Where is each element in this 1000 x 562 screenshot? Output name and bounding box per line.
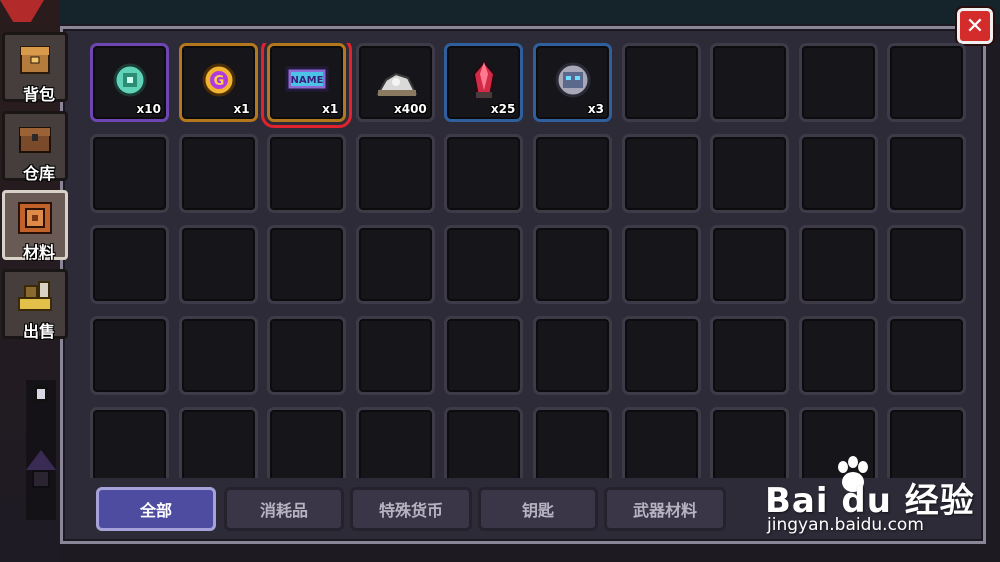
- empty-slot[interactable]: [267, 316, 347, 395]
- svg-text:NAME: NAME: [291, 75, 324, 86]
- inventory-slot[interactable]: x3: [532, 43, 612, 122]
- item-quantity: x400: [393, 102, 427, 116]
- background-character: [26, 380, 56, 520]
- side-tab-sell[interactable]: 出售: [2, 269, 68, 341]
- tab-consumables[interactable]: 消耗品: [224, 487, 344, 531]
- empty-slot[interactable]: [355, 134, 435, 213]
- tab-keys[interactable]: 钥匙: [478, 487, 598, 531]
- empty-slot[interactable]: [710, 134, 790, 213]
- empty-slot[interactable]: [532, 407, 612, 478]
- inventory-slot[interactable]: x25: [444, 43, 524, 122]
- side-tab-label: 背包: [23, 85, 56, 104]
- empty-slot[interactable]: [355, 407, 435, 478]
- empty-slot[interactable]: [798, 316, 878, 395]
- empty-slot[interactable]: [798, 225, 878, 304]
- gold-g-coin-icon: G: [202, 63, 236, 97]
- item-quantity: x1: [322, 102, 339, 116]
- empty-slot[interactable]: [532, 134, 612, 213]
- red-crystal-icon: [473, 60, 496, 98]
- item-quantity: x1: [233, 102, 250, 116]
- game-background-top: [60, 0, 1000, 24]
- empty-slot[interactable]: [621, 407, 701, 478]
- item-grid: x10 Gx1 NAME x1 x400 x25 x3: [90, 43, 967, 478]
- empty-slot[interactable]: [798, 43, 878, 122]
- empty-slot[interactable]: [90, 225, 169, 304]
- empty-slot[interactable]: [798, 134, 878, 213]
- empty-slot[interactable]: [90, 134, 169, 213]
- character-face: [32, 470, 50, 488]
- sell-goods-icon: [18, 281, 52, 311]
- item-quantity: x10: [136, 102, 161, 116]
- empty-slot[interactable]: [178, 225, 258, 304]
- item-quantity: x3: [587, 102, 604, 116]
- empty-slot[interactable]: [710, 225, 790, 304]
- side-tab-warehouse[interactable]: 仓库: [2, 111, 68, 183]
- backpack-icon: [20, 46, 50, 74]
- tab-weapon-materials[interactable]: 武器材料: [604, 487, 726, 531]
- inventory-slot[interactable]: Gx1: [178, 43, 258, 122]
- side-tab-label: 出售: [23, 322, 56, 341]
- empty-slot[interactable]: [355, 225, 435, 304]
- empty-slot[interactable]: [267, 225, 347, 304]
- empty-slot[interactable]: [444, 225, 524, 304]
- empty-slot[interactable]: [90, 316, 169, 395]
- watermark-url: jingyan.baidu.com: [767, 515, 924, 535]
- empty-slot[interactable]: [887, 134, 967, 213]
- empty-slot[interactable]: [621, 134, 701, 213]
- empty-slot[interactable]: [444, 407, 524, 478]
- empty-slot[interactable]: [90, 407, 169, 478]
- empty-slot[interactable]: [710, 316, 790, 395]
- empty-slot[interactable]: [178, 134, 258, 213]
- inventory-slot[interactable]: x10: [90, 43, 169, 122]
- empty-slot[interactable]: [887, 225, 967, 304]
- empty-slot[interactable]: [887, 316, 967, 395]
- close-icon: ✕: [965, 13, 985, 39]
- empty-slot[interactable]: [887, 43, 967, 122]
- empty-slot[interactable]: [267, 407, 347, 478]
- tab-special-currency[interactable]: 特殊货币: [350, 487, 472, 531]
- empty-slot[interactable]: [621, 316, 701, 395]
- baidu-watermark: Bai du 经验 jingyan.baidu.com: [765, 455, 985, 545]
- item-quantity: x25: [490, 102, 516, 116]
- inventory-slot[interactable]: x400: [355, 43, 435, 122]
- close-button[interactable]: ✕: [957, 8, 993, 44]
- empty-slot[interactable]: [444, 134, 524, 213]
- side-tab-materials[interactable]: 材料: [2, 190, 68, 262]
- empty-slot[interactable]: [355, 316, 435, 395]
- materials-box-icon: [18, 202, 52, 234]
- silver-ore-pile-icon: [376, 72, 418, 96]
- svg-text:G: G: [213, 74, 224, 89]
- character-eye: [34, 386, 48, 402]
- wizard-hat: [26, 450, 56, 470]
- side-tab-label: 仓库: [23, 164, 56, 183]
- empty-slot[interactable]: [178, 407, 258, 478]
- empty-slot[interactable]: [710, 43, 790, 122]
- empty-slot[interactable]: [444, 316, 524, 395]
- green-gem-coin-icon: [113, 63, 147, 97]
- empty-slot[interactable]: [621, 43, 701, 122]
- empty-slot[interactable]: [178, 316, 258, 395]
- side-tab-label: 材料: [23, 243, 56, 262]
- empty-slot[interactable]: [267, 134, 347, 213]
- tab-all[interactable]: 全部: [96, 487, 216, 531]
- warehouse-chest-icon: [19, 127, 51, 153]
- side-tab-backpack[interactable]: 背包: [2, 32, 68, 104]
- robot-core-icon: [555, 62, 591, 98]
- inventory-slot[interactable]: NAME x1: [261, 43, 353, 128]
- empty-slot[interactable]: [532, 225, 612, 304]
- name-card-icon: NAME: [285, 66, 329, 92]
- item-grid-viewport: x10 Gx1 NAME x1 x400 x25 x3: [90, 43, 968, 478]
- empty-slot[interactable]: [532, 316, 612, 395]
- empty-slot[interactable]: [621, 225, 701, 304]
